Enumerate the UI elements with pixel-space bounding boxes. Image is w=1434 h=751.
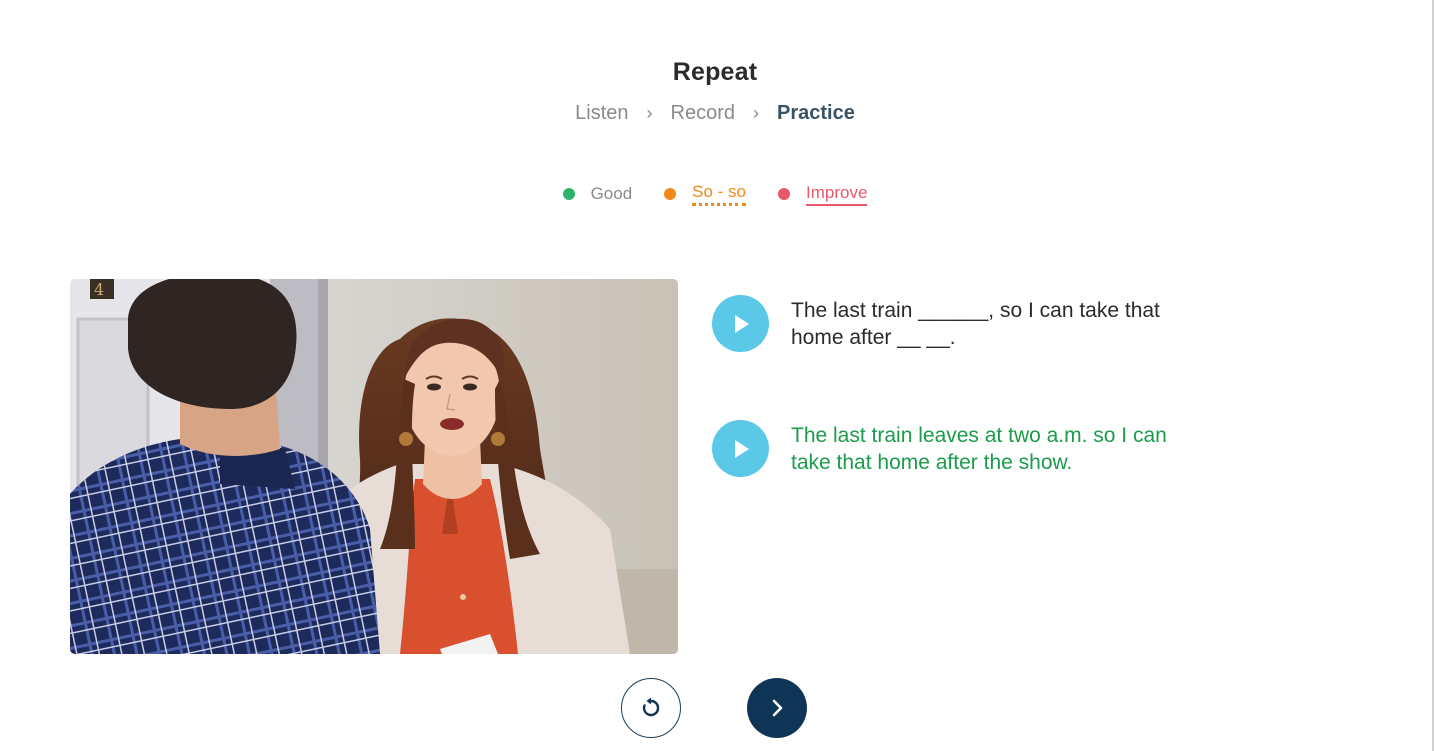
legend-improve: Improve [778,183,868,206]
step-breadcrumb: Listen › Record › Practice [0,102,1430,125]
chevron-right-icon: › [753,103,759,123]
soso-dot-icon [664,188,677,200]
play-icon [734,439,749,458]
play-icon [734,314,749,333]
answer-row: The last train leaves at two a.m. so I c… [712,420,1211,477]
chevron-right-icon [772,699,783,717]
replay-icon [642,697,660,717]
prompt-sentence: The last train ______, so I can take tha… [791,299,1160,349]
play-prompt-button[interactable] [712,295,769,352]
page-title: Repeat [672,58,758,86]
legend-improve-label: Improve [806,183,868,206]
step-listen[interactable]: Listen [575,102,628,125]
step-record[interactable]: Record [671,102,735,125]
prompt-row: The last train ______, so I can take tha… [712,295,1211,352]
step-practice[interactable]: Practice [777,102,855,125]
legend-good: Good [562,184,633,204]
video-still: 4 [70,279,678,654]
video-frame[interactable]: 4 [70,279,678,654]
legend-soso-label: So - so [692,182,747,206]
improve-dot-icon [778,188,791,200]
replay-button[interactable] [621,678,681,738]
legend-good-label: Good [590,184,633,203]
door-number: 4 [94,280,104,299]
chevron-right-icon: › [646,103,653,123]
page: Repeat Listen › Record › Practice Good S… [0,0,1434,751]
answer-sentence: The last train leaves at two a.m. so I c… [791,424,1167,474]
play-answer-button[interactable] [712,420,769,477]
good-dot-icon [562,188,575,200]
legend-soso: So - so [664,182,747,206]
score-legend: Good So - so Improve [0,182,1430,206]
next-button[interactable] [747,678,807,738]
